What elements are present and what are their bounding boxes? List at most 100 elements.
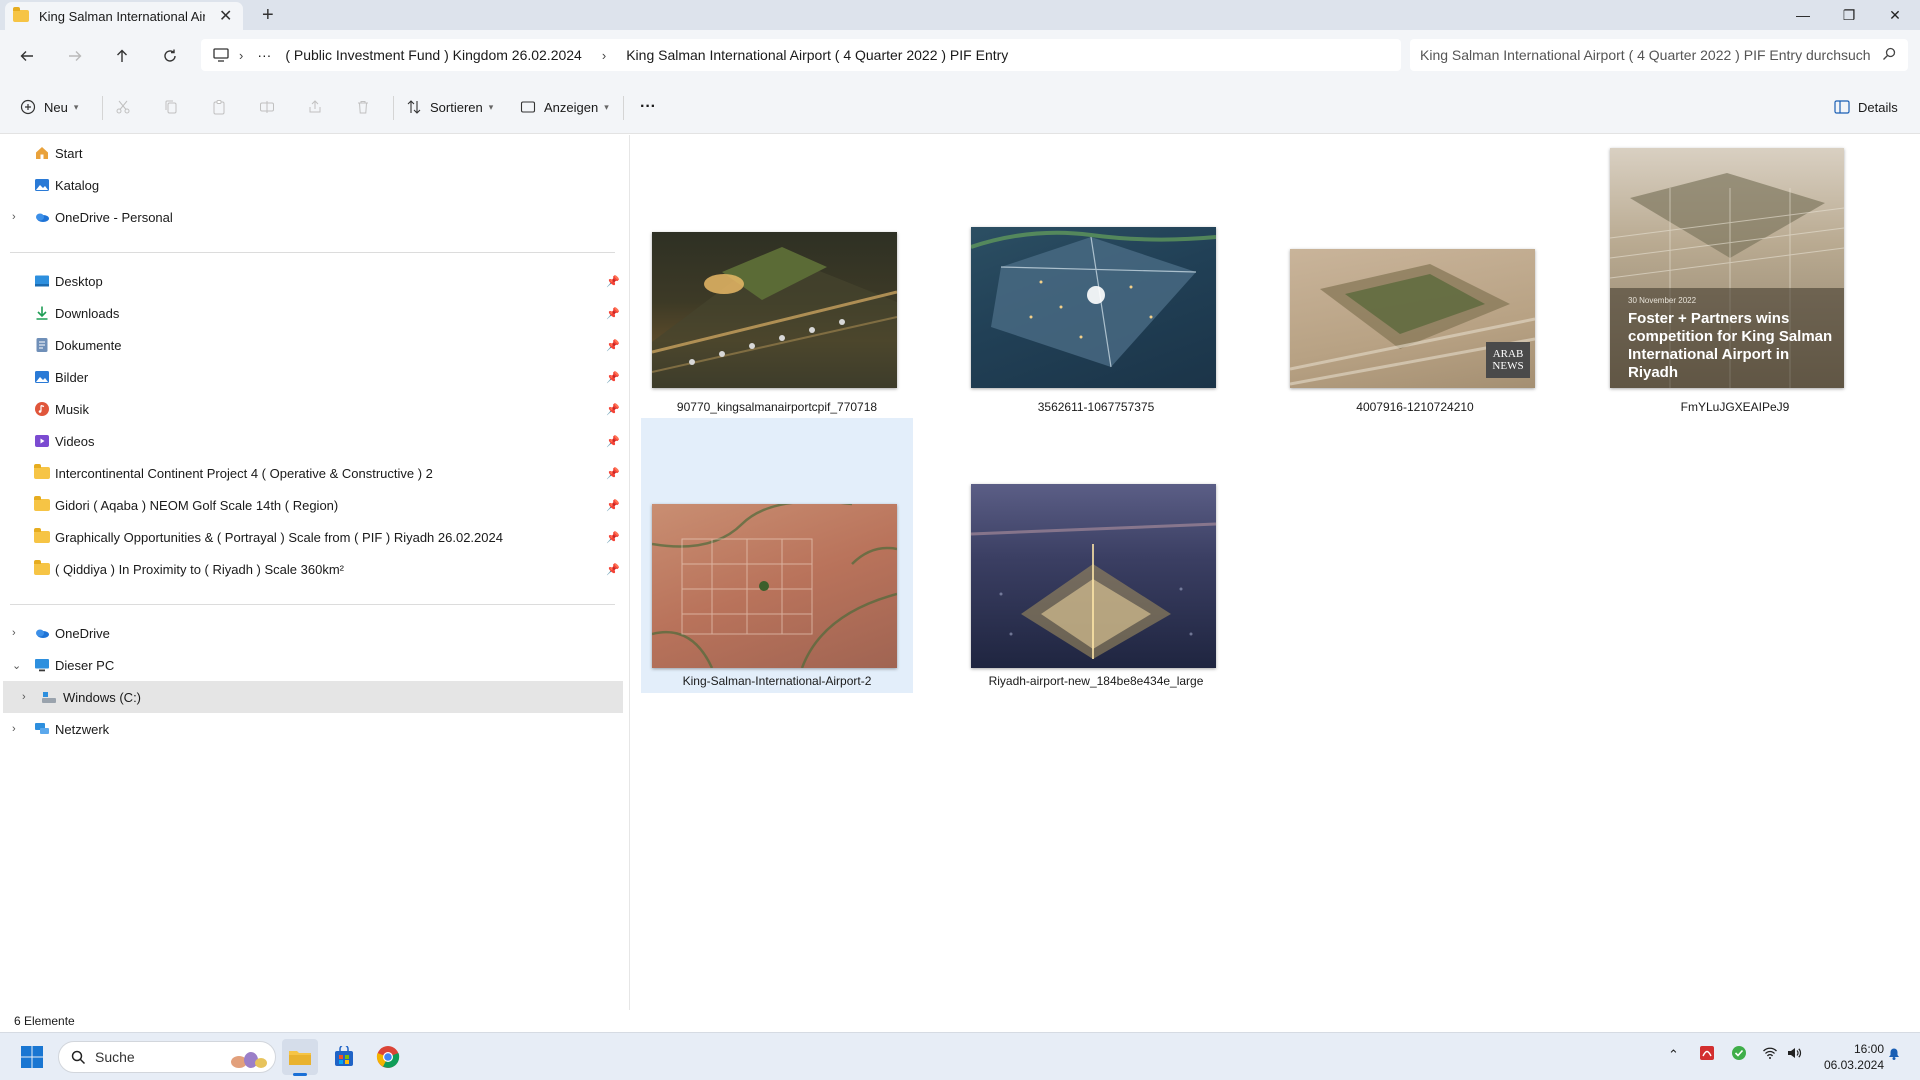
chevron-up-icon[interactable]: ⌃ (1668, 1047, 1679, 1063)
sidebar-item-folder[interactable]: Intercontinental Continent Project 4 ( O… (0, 457, 624, 489)
copy-icon (165, 100, 177, 114)
sidebar-item-katalog[interactable]: Katalog (0, 169, 624, 201)
pin-icon[interactable]: 📌 (606, 563, 620, 576)
sidebar-item-onedrive[interactable]: › OneDrive (0, 617, 624, 649)
file-item[interactable]: Riyadh-airport-new_184be8e434e_large (960, 418, 1232, 693)
sidebar-item-start[interactable]: Start (0, 137, 624, 169)
windows-logo-icon (21, 1046, 43, 1068)
chevron-right-icon[interactable]: › (12, 627, 16, 639)
chevron-right-icon[interactable]: › (239, 48, 243, 63)
close-button[interactable]: ✕ (1872, 0, 1918, 30)
sidebar-item-dokumente[interactable]: Dokumente 📌 (0, 329, 624, 361)
taskbar-chrome[interactable] (370, 1039, 406, 1075)
scissors-icon (116, 100, 130, 114)
cut-button[interactable] (115, 94, 131, 120)
share-button[interactable] (307, 94, 323, 120)
back-button[interactable] (13, 42, 41, 70)
taskbar-file-explorer[interactable] (282, 1039, 318, 1076)
file-item[interactable] (641, 230, 913, 395)
desktop-icon (35, 275, 49, 287)
sidebar-item-desktop[interactable]: Desktop 📌 (0, 265, 624, 297)
rename-button[interactable] (259, 94, 275, 120)
chevron-right-icon[interactable]: › (22, 691, 26, 703)
pin-icon[interactable]: 📌 (606, 275, 620, 288)
new-label: Neu (44, 99, 68, 115)
maximize-button[interactable]: ❐ (1826, 0, 1872, 30)
taskbar-microsoft-store[interactable] (326, 1039, 362, 1075)
sidebar-item-label: ( Qiddiya ) In Proximity to ( Riyadh ) S… (55, 561, 344, 577)
notification-bell-icon[interactable] (1886, 1045, 1902, 1064)
file-item[interactable] (960, 227, 1232, 395)
up-button[interactable] (108, 42, 136, 70)
breadcrumb-item[interactable]: King Salman International Airport ( 4 Qu… (626, 47, 1008, 63)
volume-icon[interactable] (1786, 1045, 1802, 1064)
sidebar-item-label: Katalog (55, 177, 100, 193)
security-tray-icon[interactable] (1731, 1045, 1747, 1064)
sidebar-item-netzwerk[interactable]: › Netzwerk (0, 713, 624, 745)
tab-title: King Salman International Airp (39, 8, 205, 24)
sidebar-item-videos[interactable]: Videos 📌 (0, 425, 624, 457)
system-clock[interactable]: 16:00 06.03.2024 (1814, 1041, 1884, 1073)
pin-icon[interactable]: 📌 (606, 339, 620, 352)
breadcrumb-item[interactable]: ( Public Investment Fund ) Kingdom 26.02… (285, 47, 582, 63)
pin-icon[interactable]: 📌 (606, 531, 620, 544)
file-grid: 90770_kingsalmanairportcpif_770718 35626… (631, 135, 1920, 1027)
view-button[interactable]: Anzeigen ▾ (520, 94, 609, 120)
chevron-right-icon[interactable]: › (12, 723, 16, 735)
sidebar-item-dieser-pc[interactable]: ⌄ Dieser PC (0, 649, 624, 681)
minimize-button[interactable]: — (1780, 0, 1826, 30)
pin-icon[interactable]: 📌 (606, 403, 620, 416)
active-indicator (293, 1073, 307, 1076)
file-item[interactable]: ARAB NEWS (1279, 230, 1551, 395)
breadcrumb-overflow[interactable]: ··· (257, 47, 271, 63)
image-thumbnail (971, 484, 1216, 668)
home-icon (36, 147, 48, 159)
taskbar: Suche ⌃ 16:00 06.03.2024 (0, 1032, 1920, 1080)
divider (393, 96, 394, 120)
sidebar-item-folder[interactable]: ( Qiddiya ) In Proximity to ( Riyadh ) S… (0, 553, 624, 585)
clock-date: 06.03.2024 (1823, 1058, 1884, 1072)
details-label: Details (1858, 99, 1898, 115)
details-button[interactable]: Details (1834, 94, 1898, 120)
plus-circle-icon (20, 99, 36, 115)
sort-button[interactable]: Sortieren ▾ (406, 94, 493, 120)
pin-icon[interactable]: 📌 (606, 435, 620, 448)
taskbar-search[interactable]: Suche (58, 1041, 276, 1073)
sidebar-item-folder[interactable]: Gidori ( Aqaba ) NEOM Golf Scale 14th ( … (0, 489, 624, 521)
search-icon (71, 1050, 86, 1065)
file-item-selected[interactable]: King-Salman-International-Airport-2 (641, 418, 913, 693)
paste-button[interactable] (211, 94, 227, 120)
more-options-button[interactable]: ··· (640, 94, 656, 120)
file-name: Riyadh-airport-new_184be8e434e_large (988, 674, 1204, 688)
folder-icon (34, 464, 50, 479)
sidebar-item-windows-c[interactable]: › Windows (C:) (3, 681, 623, 713)
wifi-icon[interactable] (1762, 1045, 1778, 1064)
start-button[interactable] (14, 1039, 50, 1075)
file-item[interactable]: 30 November 2022 Foster + Partners wins … (1599, 148, 1871, 395)
search-input[interactable]: King Salman International Airport ( 4 Qu… (1410, 39, 1908, 71)
new-button[interactable]: Neu ▾ (20, 94, 78, 120)
sidebar-item-onedrive-personal[interactable]: › OneDrive - Personal (0, 201, 624, 233)
sidebar-item-downloads[interactable]: Downloads 📌 (0, 297, 624, 329)
copy-button[interactable] (163, 94, 179, 120)
pin-icon[interactable]: 📌 (606, 371, 620, 384)
chrome-icon (376, 1046, 400, 1068)
delete-button[interactable] (355, 94, 371, 120)
refresh-button[interactable] (156, 42, 184, 70)
pin-icon[interactable]: 📌 (606, 499, 620, 512)
pin-icon[interactable]: 📌 (606, 307, 620, 320)
new-tab-button[interactable]: + (262, 4, 274, 27)
pdf-tray-icon[interactable] (1699, 1045, 1715, 1064)
sidebar-item-musik[interactable]: Musik 📌 (0, 393, 624, 425)
chevron-right-icon[interactable]: › (602, 48, 606, 63)
airport-render-plan (652, 504, 897, 668)
forward-button[interactable] (61, 42, 89, 70)
tab-close-button[interactable]: ✕ (219, 6, 232, 26)
tab-active[interactable]: King Salman International Airp ✕ (5, 2, 243, 30)
chevron-right-icon[interactable]: › (12, 211, 16, 223)
address-bar[interactable]: › ··· ( Public Investment Fund ) Kingdom… (201, 39, 1401, 71)
sidebar-item-bilder[interactable]: Bilder 📌 (0, 361, 624, 393)
chevron-down-icon[interactable]: ⌄ (12, 659, 21, 672)
sidebar-item-folder[interactable]: Graphically Opportunities & ( Portrayal … (0, 521, 624, 553)
pin-icon[interactable]: 📌 (606, 467, 620, 480)
